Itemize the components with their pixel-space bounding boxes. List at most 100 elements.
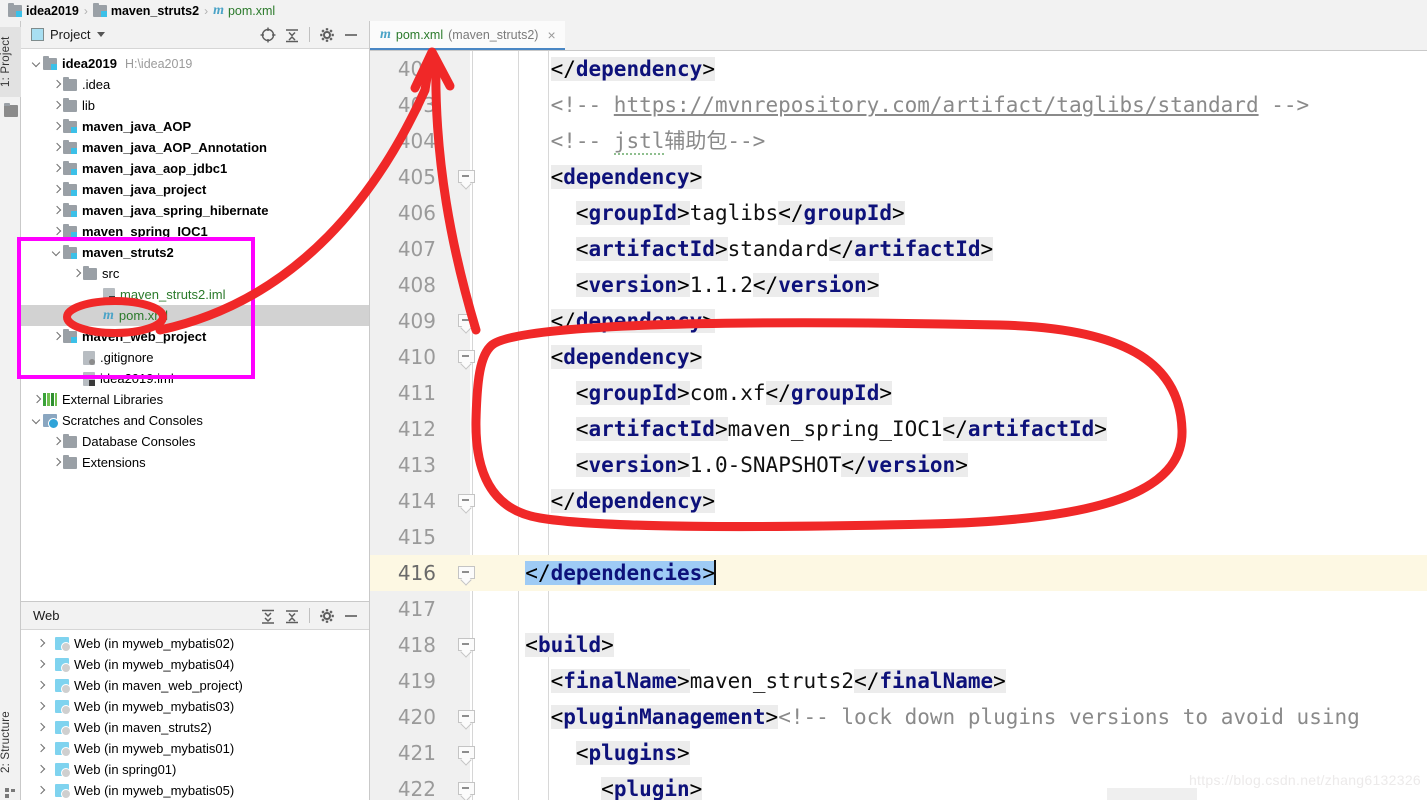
close-icon[interactable]: × bbox=[547, 27, 555, 43]
line-number[interactable]: 407 bbox=[370, 231, 436, 267]
tree-row-maven-java-aop-jdbc1[interactable]: maven_java_aop_jdbc1 bbox=[21, 158, 369, 179]
tree-row-maven-struts2[interactable]: maven_struts2 bbox=[21, 242, 369, 263]
chevron-right-icon[interactable] bbox=[51, 79, 63, 91]
gear-icon[interactable] bbox=[317, 25, 339, 45]
breadcrumb-item-project[interactable]: idea2019 bbox=[8, 2, 79, 18]
fold-marker-icon[interactable] bbox=[458, 494, 475, 514]
hide-icon[interactable] bbox=[341, 606, 363, 626]
chevron-right-icon[interactable] bbox=[35, 638, 47, 650]
line-number[interactable]: 404 bbox=[370, 123, 436, 159]
tree-row-external-libraries[interactable]: External Libraries bbox=[21, 389, 369, 410]
tab-pom-xml[interactable]: m pom.xml (maven_struts2) × bbox=[370, 21, 565, 50]
gear-icon[interactable] bbox=[317, 606, 339, 626]
chevron-right-icon[interactable] bbox=[35, 659, 47, 671]
collapse-all-icon[interactable] bbox=[282, 606, 304, 626]
chevron-down-icon[interactable] bbox=[51, 247, 63, 259]
line-number[interactable]: 419 bbox=[370, 663, 436, 699]
line-number[interactable]: 403 bbox=[370, 87, 436, 123]
chevron-right-icon[interactable] bbox=[51, 121, 63, 133]
line-number[interactable]: 409 bbox=[370, 303, 436, 339]
tree-row--gitignore[interactable]: .gitignore bbox=[21, 347, 369, 368]
code-line-414[interactable]: 414 </dependency> bbox=[370, 483, 1427, 519]
web-list-item[interactable]: Web (in maven_web_project) bbox=[21, 675, 369, 696]
chevron-right-icon[interactable] bbox=[71, 268, 83, 280]
chevron-right-icon[interactable] bbox=[35, 785, 47, 797]
line-number[interactable]: 414 bbox=[370, 483, 436, 519]
code-line-405[interactable]: 405 <dependency> bbox=[370, 159, 1427, 195]
chevron-right-icon[interactable] bbox=[51, 436, 63, 448]
web-list[interactable]: Web (in myweb_mybatis02) Web (in myweb_my… bbox=[21, 630, 369, 800]
code-line-413[interactable]: 413 <version>1.0-SNAPSHOT</version> bbox=[370, 447, 1427, 483]
web-list-item[interactable]: Web (in myweb_mybatis02) bbox=[21, 633, 369, 654]
fold-marker-icon[interactable] bbox=[458, 170, 475, 190]
chevron-right-icon[interactable] bbox=[35, 680, 47, 692]
code-line-408[interactable]: 408 <version>1.1.2</version> bbox=[370, 267, 1427, 303]
line-number[interactable]: 412 bbox=[370, 411, 436, 447]
tree-row-maven-java-aop-annotation[interactable]: maven_java_AOP_Annotation bbox=[21, 137, 369, 158]
code-line-406[interactable]: 406 <groupId>taglibs</groupId> bbox=[370, 195, 1427, 231]
line-number[interactable]: 405 bbox=[370, 159, 436, 195]
line-number[interactable]: 421 bbox=[370, 735, 436, 771]
line-number[interactable]: 416 bbox=[370, 555, 436, 591]
tree-row-src[interactable]: src bbox=[21, 263, 369, 284]
chevron-down-icon[interactable] bbox=[31, 415, 43, 427]
fold-marker-icon[interactable] bbox=[458, 638, 475, 658]
tree-row-extensions[interactable]: Extensions bbox=[21, 452, 369, 473]
chevron-down-icon[interactable] bbox=[31, 58, 43, 70]
code-line-415[interactable]: 415 bbox=[370, 519, 1427, 555]
line-number[interactable]: 418 bbox=[370, 627, 436, 663]
web-list-item[interactable]: Web (in myweb_mybatis04) bbox=[21, 654, 369, 675]
chevron-down-icon[interactable] bbox=[97, 32, 106, 37]
tree-row-maven-web-project[interactable]: maven_web_project bbox=[21, 326, 369, 347]
tree-row-maven-spring-ioc1[interactable]: maven_spring_IOC1 bbox=[21, 221, 369, 242]
tree-row-maven-java-spring-hibernate[interactable]: maven_java_spring_hibernate bbox=[21, 200, 369, 221]
code-line-416[interactable]: 416 </dependencies> bbox=[370, 555, 1427, 591]
code-line-404[interactable]: 404 <!-- jstl辅助包--> bbox=[370, 123, 1427, 159]
code-line-402[interactable]: 402 </dependency> bbox=[370, 51, 1427, 87]
line-number[interactable]: 417 bbox=[370, 591, 436, 627]
stripe-button-project[interactable]: 1: Project bbox=[0, 27, 21, 97]
breadcrumb-item-module[interactable]: maven_struts2 bbox=[92, 2, 199, 18]
chevron-right-icon[interactable] bbox=[51, 457, 63, 469]
chevron-right-icon[interactable] bbox=[51, 226, 63, 238]
code-line-420[interactable]: 420 <pluginManagement><!-- lock down plu… bbox=[370, 699, 1427, 735]
line-number[interactable]: 410 bbox=[370, 339, 436, 375]
chevron-right-icon[interactable] bbox=[51, 163, 63, 175]
tree-row-idea2019-iml[interactable]: idea2019.iml bbox=[21, 368, 369, 389]
line-number[interactable]: 408 bbox=[370, 267, 436, 303]
stripe-button-structure[interactable]: 2: Structure bbox=[0, 701, 21, 783]
tree-row-lib[interactable]: lib bbox=[21, 95, 369, 116]
chevron-right-icon[interactable] bbox=[51, 100, 63, 112]
line-number[interactable]: 413 bbox=[370, 447, 436, 483]
chevron-right-icon[interactable] bbox=[35, 722, 47, 734]
code-editor[interactable]: 402 </dependency> 403 <!-- https://mvnrep… bbox=[370, 51, 1427, 800]
fold-marker-icon[interactable] bbox=[458, 710, 475, 730]
code-line-417[interactable]: 417 bbox=[370, 591, 1427, 627]
line-number[interactable]: 406 bbox=[370, 195, 436, 231]
line-number[interactable]: 402 bbox=[370, 51, 436, 87]
tree-row-scratches-and-consoles[interactable]: Scratches and Consoles bbox=[21, 410, 369, 431]
fold-marker-icon[interactable] bbox=[458, 782, 475, 800]
locate-target-icon[interactable] bbox=[258, 25, 280, 45]
chevron-right-icon[interactable] bbox=[51, 205, 63, 217]
web-list-item[interactable]: Web (in myweb_mybatis05) bbox=[21, 780, 369, 800]
chevron-right-icon[interactable] bbox=[35, 701, 47, 713]
code-line-421[interactable]: 421 <plugins> bbox=[370, 735, 1427, 771]
code-line-411[interactable]: 411 <groupId>com.xf</groupId> bbox=[370, 375, 1427, 411]
web-list-item[interactable]: Web (in maven_struts2) bbox=[21, 717, 369, 738]
chevron-right-icon[interactable] bbox=[51, 184, 63, 196]
code-line-403[interactable]: 403 <!-- https://mvnrepository.com/artif… bbox=[370, 87, 1427, 123]
fold-marker-icon[interactable] bbox=[458, 566, 475, 586]
selected-closing-tag-dependencies[interactable]: </dependencies> bbox=[525, 561, 715, 585]
code-line-412[interactable]: 412 <artifactId>maven_spring_IOC1</artif… bbox=[370, 411, 1427, 447]
fold-marker-icon[interactable] bbox=[458, 350, 475, 370]
fold-marker-icon[interactable] bbox=[458, 314, 475, 334]
tree-row-maven-struts2-iml[interactable]: maven_struts2.iml bbox=[21, 284, 369, 305]
chevron-right-icon[interactable] bbox=[35, 743, 47, 755]
chevron-right-icon[interactable] bbox=[35, 764, 47, 776]
code-line-409[interactable]: 409 </dependency> bbox=[370, 303, 1427, 339]
fold-marker-icon[interactable] bbox=[458, 746, 475, 766]
expand-all-icon[interactable] bbox=[258, 606, 280, 626]
line-number[interactable]: 422 bbox=[370, 771, 436, 800]
breadcrumb-item-file[interactable]: m pom.xml bbox=[213, 3, 275, 18]
